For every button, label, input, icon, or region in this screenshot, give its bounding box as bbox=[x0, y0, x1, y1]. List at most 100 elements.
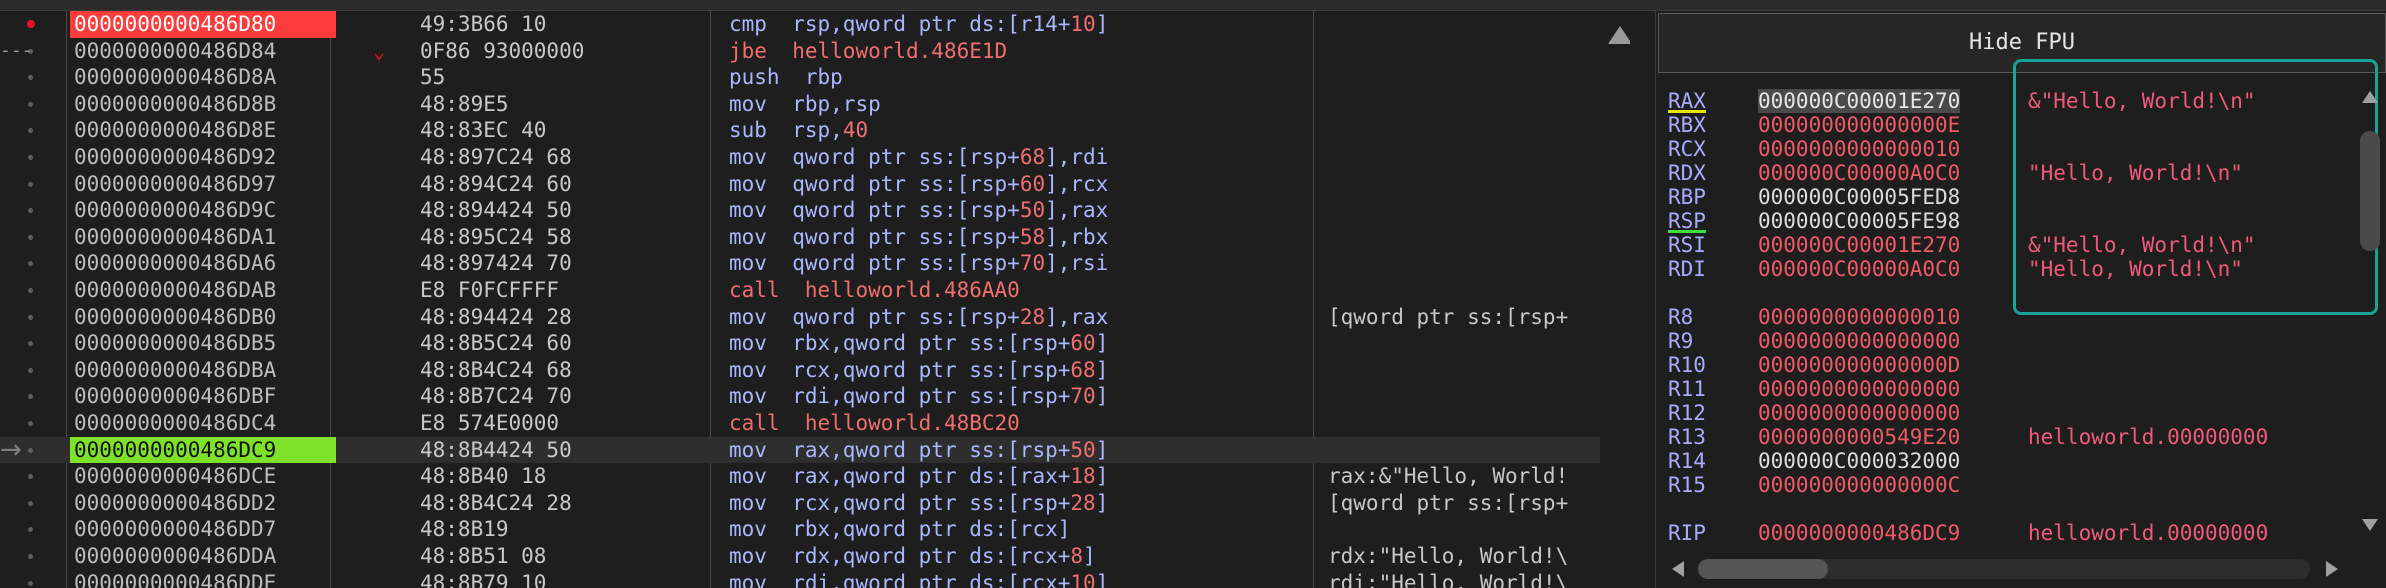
row-gutter[interactable] bbox=[0, 330, 66, 357]
row-gutter[interactable] bbox=[0, 144, 66, 171]
breakpoint-slot-icon[interactable] bbox=[28, 208, 33, 214]
instruction-text[interactable]: mov qword ptr ss:[rsp+50],rax bbox=[729, 197, 1108, 224]
breakpoint-slot-icon[interactable] bbox=[28, 155, 33, 160]
instruction-text[interactable]: mov rcx,qword ptr ss:[rsp+68] bbox=[729, 357, 1108, 384]
registers-vertical-scrollbar[interactable] bbox=[2356, 79, 2384, 549]
breakpoint-slot-icon[interactable] bbox=[28, 421, 33, 426]
instruction-text[interactable]: mov rcx,qword ptr ss:[rsp+28] bbox=[729, 490, 1108, 517]
row-gutter[interactable] bbox=[0, 490, 66, 517]
instruction-text[interactable]: mov qword ptr ss:[rsp+70],rsi bbox=[729, 250, 1108, 277]
instruction-text[interactable]: sub rsp,40 bbox=[729, 117, 868, 144]
instruction-address[interactable]: 0000000000486DA6 bbox=[70, 250, 336, 277]
register-value[interactable]: 000000000000000D bbox=[1758, 353, 1960, 377]
breakpoint-slot-icon[interactable] bbox=[28, 128, 33, 134]
disasm-row[interactable]: 0000000000486DDA 48:8B51 08 mov rdx,qword … bbox=[0, 543, 1600, 570]
disasm-row[interactable]: 0000000000486DBF 48:8B7C24 70 mov rdi,qwor… bbox=[0, 383, 1600, 410]
disasm-row[interactable]: 0000000000486D8E 48:83EC 40 sub rsp,40 bbox=[0, 117, 1600, 144]
disasm-row[interactable]: 0000000000486DDE 48:8B79 10 mov rdi,qword … bbox=[0, 570, 1600, 588]
row-gutter[interactable] bbox=[0, 224, 66, 251]
disasm-row[interactable]: 0000000000486D80 49:3B66 10 cmp rsp,qword … bbox=[0, 11, 1600, 38]
register-value[interactable]: 0000000000000000 bbox=[1758, 401, 1960, 425]
instruction-address[interactable]: 0000000000486DC9 bbox=[70, 436, 336, 464]
row-gutter[interactable] bbox=[0, 463, 66, 490]
disasm-row[interactable]: 0000000000486DA6 48:897424 70 mov qword pt… bbox=[0, 250, 1600, 277]
register-value[interactable]: 000000C00000A0C0 bbox=[1758, 161, 1960, 185]
instruction-address[interactable]: 0000000000486D8E bbox=[70, 117, 336, 144]
breakpoint-slot-icon[interactable] bbox=[28, 447, 33, 453]
instruction-address[interactable]: 0000000000486D92 bbox=[70, 144, 336, 171]
disasm-row[interactable]: 0000000000486DAB E8 F0FCFFFF call hellowor… bbox=[0, 277, 1600, 304]
register-value[interactable]: 000000000000000C bbox=[1758, 473, 1960, 497]
register-value[interactable]: 0000000000549E20 bbox=[1758, 425, 1960, 449]
disasm-row[interactable]: 0000000000486D97 48:894C24 60 mov qword pt… bbox=[0, 171, 1600, 198]
instruction-text[interactable]: mov rax,qword ptr ds:[rax+18] bbox=[729, 463, 1108, 490]
instruction-text[interactable]: call helloworld.486AA0 bbox=[729, 277, 1020, 304]
row-gutter[interactable] bbox=[0, 197, 66, 224]
register-value[interactable]: 0000000000000000 bbox=[1758, 329, 1960, 353]
row-gutter[interactable] bbox=[0, 410, 66, 437]
disasm-row[interactable]: 0000000000486DA1 48:895C24 58 mov qword pt… bbox=[0, 224, 1600, 251]
instruction-text[interactable]: push rbp bbox=[729, 64, 843, 91]
breakpoint-slot-icon[interactable] bbox=[28, 75, 33, 81]
row-gutter[interactable] bbox=[0, 64, 66, 91]
breakpoint-slot-icon[interactable] bbox=[28, 500, 33, 506]
breakpoint-icon[interactable] bbox=[27, 20, 35, 28]
instruction-address[interactable]: 0000000000486D9C bbox=[70, 197, 336, 224]
instruction-text[interactable]: mov rax,qword ptr ss:[rsp+50] bbox=[729, 437, 1108, 464]
row-gutter[interactable]: --- bbox=[0, 38, 66, 65]
disasm-row[interactable]: 0000000000486DC4 E8 574E0000 call hellowor… bbox=[0, 410, 1600, 437]
row-gutter[interactable] bbox=[0, 543, 66, 570]
register-value[interactable]: 0000000000486DC9 bbox=[1758, 521, 1960, 545]
disasm-row[interactable]: 0000000000486DBA 48:8B4C24 68 mov rcx,qwor… bbox=[0, 357, 1600, 384]
register-row-r9[interactable]: R9 0000000000000000 bbox=[1668, 329, 2358, 353]
breakpoint-slot-icon[interactable] bbox=[28, 288, 33, 293]
register-value[interactable]: 000000C00001E270 bbox=[1758, 233, 1960, 257]
breakpoint-slot-icon[interactable] bbox=[28, 554, 33, 559]
instruction-text[interactable]: mov rdi,qword ptr ss:[rsp+70] bbox=[729, 383, 1108, 410]
register-row-r13[interactable]: R13 0000000000549E20 helloworld.00000000 bbox=[1668, 425, 2358, 449]
breakpoint-slot-icon[interactable] bbox=[28, 527, 33, 533]
instruction-address[interactable]: 0000000000486D8B bbox=[70, 91, 336, 118]
register-value[interactable]: 0000000000000010 bbox=[1758, 305, 1960, 329]
instruction-address[interactable]: 0000000000486DC4 bbox=[70, 410, 336, 437]
breakpoint-slot-icon[interactable] bbox=[28, 314, 33, 320]
register-row-rip[interactable]: RIP 0000000000486DC9 helloworld.00000000 bbox=[1668, 521, 2358, 545]
scroll-right-icon[interactable] bbox=[2326, 561, 2338, 577]
register-row-r10[interactable]: R10 000000000000000D bbox=[1668, 353, 2358, 377]
instruction-address[interactable]: 0000000000486DD2 bbox=[70, 490, 336, 517]
instruction-address[interactable]: 0000000000486DCE bbox=[70, 463, 336, 490]
register-value[interactable]: 000000C00005FE98 bbox=[1758, 209, 1960, 233]
breakpoint-slot-icon[interactable] bbox=[28, 367, 33, 373]
disasm-row[interactable]: 0000000000486DB5 48:8B5C24 60 mov rbx,qwor… bbox=[0, 330, 1600, 357]
row-gutter[interactable] bbox=[0, 91, 66, 118]
register-value[interactable]: 0000000000000010 bbox=[1758, 137, 1960, 161]
register-value[interactable]: 000000C00000A0C0 bbox=[1758, 257, 1960, 281]
instruction-address[interactable]: 0000000000486DB0 bbox=[70, 304, 336, 331]
instruction-text[interactable]: mov rbx,qword ptr ds:[rcx] bbox=[729, 516, 1070, 543]
instruction-text[interactable]: mov rdx,qword ptr ds:[rcx+8] bbox=[729, 543, 1096, 570]
breakpoint-slot-icon[interactable] bbox=[28, 394, 33, 400]
instruction-text[interactable]: mov qword ptr ss:[rsp+28],rax bbox=[729, 304, 1108, 331]
register-row-r14[interactable]: R14 000000C000032000 bbox=[1668, 449, 2358, 473]
disassembly-scrollbar[interactable] bbox=[1600, 11, 1630, 588]
row-gutter[interactable] bbox=[0, 171, 66, 198]
disasm-row[interactable]: 0000000000486DD2 48:8B4C24 28 mov rcx,qwor… bbox=[0, 490, 1600, 517]
disasm-row[interactable]: 0000000000486DB0 48:894424 28 mov qword pt… bbox=[0, 304, 1600, 331]
instruction-address[interactable]: 0000000000486DBA bbox=[70, 357, 336, 384]
row-gutter[interactable] bbox=[0, 11, 66, 38]
disasm-row[interactable]: --- 0000000000486D84 ⌄ 0F86 93000000 jbe hel… bbox=[0, 38, 1600, 65]
instruction-address[interactable]: 0000000000486DA1 bbox=[70, 224, 336, 251]
row-gutter[interactable] bbox=[0, 383, 66, 410]
instruction-text[interactable]: mov qword ptr ss:[rsp+68],rdi bbox=[729, 144, 1108, 171]
register-row-r15[interactable]: R15 000000000000000C bbox=[1668, 473, 2358, 497]
instruction-address[interactable]: 0000000000486DBF bbox=[70, 383, 336, 410]
instruction-text[interactable]: call helloworld.48BC20 bbox=[729, 410, 1020, 437]
breakpoint-slot-icon[interactable] bbox=[28, 474, 33, 480]
disasm-row[interactable]: → 0000000000486DC9 48:8B4424 50 mov rax,qwo… bbox=[0, 436, 1600, 464]
register-value[interactable]: 000000C000032000 bbox=[1758, 449, 1960, 473]
breakpoint-slot-icon[interactable] bbox=[28, 261, 33, 267]
row-gutter[interactable] bbox=[0, 250, 66, 277]
scroll-up-icon[interactable] bbox=[2362, 91, 2378, 103]
instruction-address[interactable]: 0000000000486DDA bbox=[70, 543, 336, 570]
disassembly-view[interactable]: 0000000000486D80 49:3B66 10 cmp rsp,qword … bbox=[0, 11, 1630, 588]
